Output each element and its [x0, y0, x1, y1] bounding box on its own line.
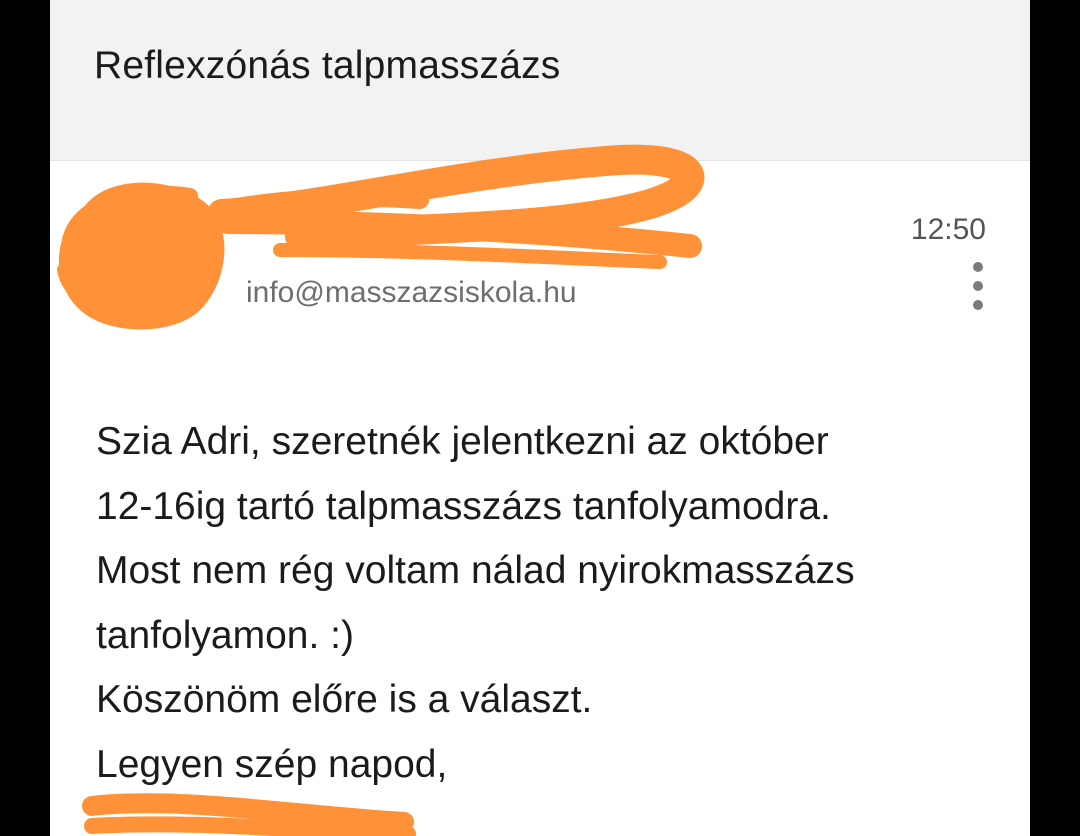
- email-body-line: Most nem rég voltam nálad nyirokmasszázs: [96, 549, 855, 592]
- sender-avatar[interactable]: [98, 196, 194, 292]
- email-subject: Reflexzónás talpmasszázs: [94, 44, 561, 87]
- phone-frame: Reflexzónás talpmasszázs info@masszazsis…: [0, 0, 1080, 836]
- email-screen: Reflexzónás talpmasszázs info@masszazsis…: [50, 0, 1030, 836]
- email-body-line: tanfolyamon. :): [96, 613, 354, 657]
- email-body-line: Legyen szép napod,: [96, 742, 448, 786]
- email-time: 12:50: [910, 213, 986, 246]
- email-header: Reflexzónás talpmasszázs: [50, 0, 1030, 161]
- email-body-line: 12-16ig tartó talpmasszázs tanfolyamodra…: [96, 484, 831, 528]
- email-body-line: Szia Adri, szeretnék jelentkezni az októ…: [96, 420, 829, 463]
- email-body-line: Köszönöm előre is a választ.: [96, 678, 593, 721]
- sender-email[interactable]: info@masszazsiskola.hu: [246, 276, 577, 310]
- email-body: Szia Adri, szeretnék jelentkezni az októ…: [96, 410, 996, 797]
- more-options-button[interactable]: [958, 258, 998, 314]
